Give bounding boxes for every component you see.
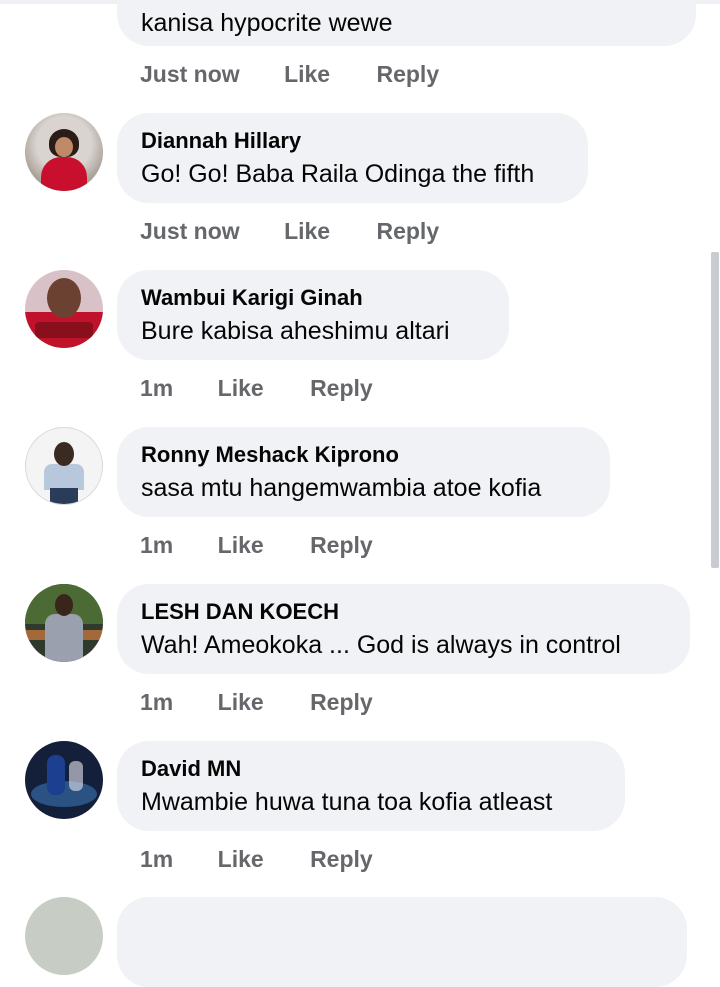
avatar[interactable]: [25, 584, 103, 662]
comment-time: 1m: [140, 532, 174, 558]
reply-button[interactable]: Reply: [376, 59, 439, 89]
comment-text: Bure kabisa aheshimu altari: [141, 317, 450, 345]
scrollbar[interactable]: [711, 252, 719, 568]
like-button[interactable]: Like: [218, 687, 264, 717]
avatar[interactable]: [25, 741, 103, 819]
reply-button[interactable]: Reply: [310, 687, 373, 717]
comment-item: LESH DAN KOECH Wah! Ameokoka ... God is …: [0, 584, 720, 741]
comment-time: Just now: [140, 218, 240, 244]
comment-actions: 1m Like Reply: [140, 373, 373, 403]
comment-author[interactable]: LESH DAN KOECH: [141, 598, 666, 626]
comment-bubble: David MN Mwambie huwa tuna toa kofia atl…: [117, 741, 625, 831]
comment-item: David MN Mwambie huwa tuna toa kofia atl…: [0, 741, 720, 898]
comment-item: Wambui Karigi Ginah Bure kabisa aheshimu…: [0, 270, 720, 427]
comment-bubble: [117, 897, 687, 987]
comment-time: Just now: [140, 61, 240, 87]
reply-button[interactable]: Reply: [310, 844, 373, 874]
comment-bubble: Diannah Hillary Go! Go! Baba Raila Oding…: [117, 113, 588, 203]
comment-item: Ronny Meshack Kiprono sasa mtu hangemwam…: [0, 427, 720, 584]
comment-text: sasa mtu hangemwambia atoe kofia: [141, 474, 542, 502]
comment-actions: 1m Like Reply: [140, 844, 373, 874]
reply-button[interactable]: Reply: [376, 216, 439, 246]
comment-actions: Just now Like Reply: [140, 59, 439, 89]
comment-time: 1m: [140, 689, 174, 715]
like-button[interactable]: Like: [218, 844, 264, 874]
comment-author[interactable]: Wambui Karigi Ginah: [141, 284, 485, 312]
reply-button[interactable]: Reply: [310, 373, 373, 403]
comment-text: Wah! Ameokoka ... God is always in contr…: [141, 631, 621, 659]
like-button[interactable]: Like: [218, 373, 264, 403]
comment-author[interactable]: Diannah Hillary: [141, 127, 564, 155]
like-button[interactable]: Like: [218, 530, 264, 560]
comment-author[interactable]: David MN: [141, 755, 601, 783]
avatar[interactable]: [25, 113, 103, 191]
comment-text: Go! Go! Baba Raila Odinga the fifth: [141, 160, 535, 188]
comment-time: 1m: [140, 846, 174, 872]
comment-bubble: LESH DAN KOECH Wah! Ameokoka ... God is …: [117, 584, 690, 674]
like-button[interactable]: Like: [284, 59, 330, 89]
like-button[interactable]: Like: [284, 216, 330, 246]
avatar[interactable]: [25, 270, 103, 348]
comment-actions: 1m Like Reply: [140, 687, 373, 717]
avatar[interactable]: [25, 897, 103, 975]
comment-actions: Just now Like Reply: [140, 216, 439, 246]
comment-text: kanisa hypocrite wewe: [141, 9, 393, 37]
comment-author[interactable]: Ronny Meshack Kiprono: [141, 441, 586, 469]
comment-bubble: Ronny Meshack Kiprono sasa mtu hangemwam…: [117, 427, 610, 517]
comment-actions: 1m Like Reply: [140, 530, 373, 560]
avatar[interactable]: [25, 427, 103, 505]
comment-item: Diannah Hillary Go! Go! Baba Raila Oding…: [0, 113, 720, 270]
reply-button[interactable]: Reply: [310, 530, 373, 560]
comment-text: Mwambie huwa tuna toa kofia atleast: [141, 788, 553, 816]
comment-bubble: kanisa hypocrite wewe: [117, 0, 696, 46]
comment-time: 1m: [140, 375, 174, 401]
comment-bubble: Wambui Karigi Ginah Bure kabisa aheshimu…: [117, 270, 509, 360]
